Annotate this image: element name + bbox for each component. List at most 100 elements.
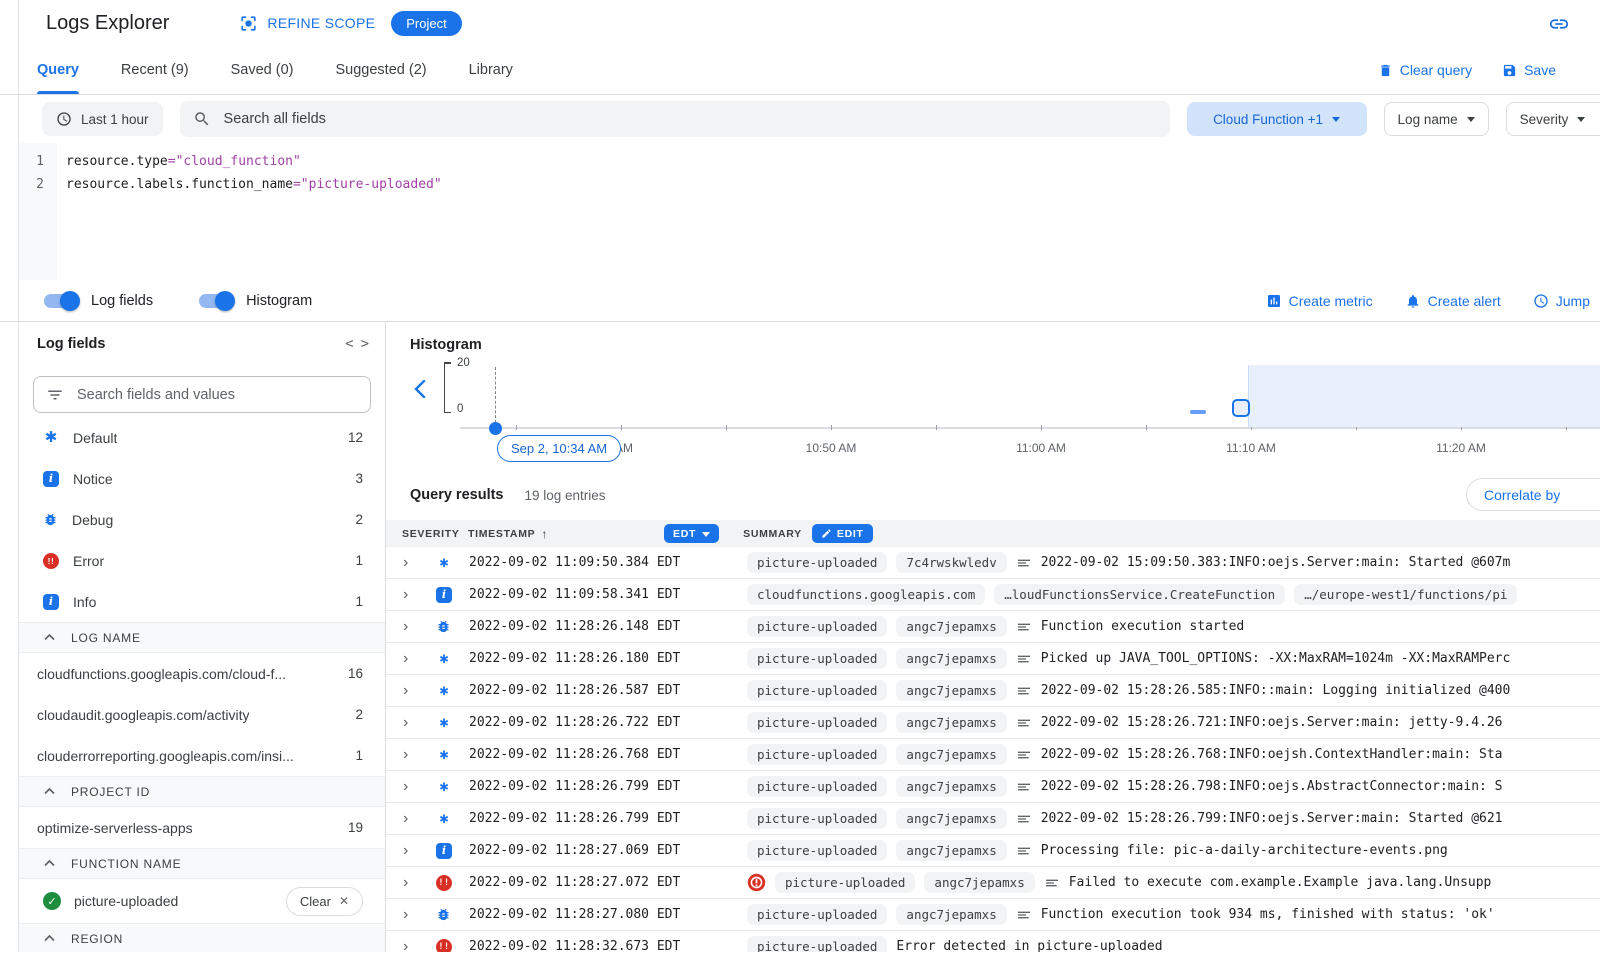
log-label-chip[interactable]: 7c4rwskwledv [896, 552, 1006, 573]
tab-suggested-2[interactable]: Suggested (2) [336, 46, 427, 94]
log-label-chip[interactable]: picture-uploaded [747, 904, 887, 925]
log-label-chip[interactable]: picture-uploaded [747, 840, 887, 861]
tab-library[interactable]: Library [469, 46, 513, 94]
log-fields-toggle[interactable] [44, 294, 77, 308]
log-label-chip[interactable]: angc7jepamxs [896, 840, 1006, 861]
log-label-chip[interactable]: picture-uploaded [747, 776, 887, 797]
log-label-chip[interactable]: angc7jepamxs [896, 744, 1006, 765]
time-marker-pill[interactable]: Sep 2, 10:34 AM [497, 435, 621, 462]
log-label-chip[interactable]: picture-uploaded [747, 744, 887, 765]
section-header-log-name[interactable]: LOG NAME [19, 622, 385, 653]
correlate-by-button[interactable]: Correlate by [1466, 478, 1600, 511]
log-name-filter[interactable]: Log name [1384, 102, 1489, 136]
collapse-panel-icon[interactable]: <> [345, 336, 369, 352]
expand-row-chevron[interactable]: › [403, 843, 420, 859]
section-header-region[interactable]: REGION [19, 923, 385, 954]
log-label-chip[interactable]: picture-uploaded [747, 648, 887, 669]
log-label-chip[interactable]: angc7jepamxs [896, 648, 1006, 669]
log-label-chip[interactable]: picture-uploaded [747, 680, 887, 701]
log-label-chip[interactable]: picture-uploaded [775, 872, 915, 893]
column-summary[interactable]: SUMMARY [743, 528, 802, 540]
log-field-severity-default[interactable]: ✱Default12 [0, 417, 385, 458]
log-entry-row[interactable]: ›2022-09-02 11:28:27.080 EDTpicture-uplo… [386, 899, 1600, 931]
column-severity[interactable]: SEVERITY [402, 528, 468, 540]
scope-project-badge[interactable]: Project [391, 11, 461, 36]
log-entry-row[interactable]: ›✱2022-09-02 11:28:26.180 EDTpicture-upl… [386, 643, 1600, 675]
histogram-toggle[interactable] [199, 294, 232, 308]
log-label-chip[interactable]: picture-uploaded [747, 616, 887, 637]
log-field-item[interactable]: cloudaudit.googleapis.com/activity2 [0, 694, 385, 735]
log-label-chip[interactable]: angc7jepamxs [896, 680, 1006, 701]
log-entry-row[interactable]: ›✱2022-09-02 11:09:50.384 EDTpicture-upl… [386, 547, 1600, 579]
expand-row-chevron[interactable]: › [403, 811, 420, 827]
log-field-item[interactable]: cloudfunctions.googleapis.com/cloud-f...… [0, 653, 385, 694]
resource-type-filter[interactable]: Cloud Function +1 [1187, 102, 1367, 136]
search-all-fields[interactable] [180, 101, 1170, 137]
expand-row-chevron[interactable]: › [403, 715, 420, 731]
log-label-chip[interactable]: angc7jepamxs [896, 808, 1006, 829]
log-entry-row[interactable]: ›✱2022-09-02 11:28:26.799 EDTpicture-upl… [386, 771, 1600, 803]
tab-query[interactable]: Query [37, 46, 79, 94]
log-label-chip[interactable]: angc7jepamxs [896, 616, 1006, 637]
log-label-chip[interactable]: angc7jepamxs [896, 904, 1006, 925]
log-field-severity-error[interactable]: !!Error1 [0, 540, 385, 581]
log-field-severity-info[interactable]: iInfo1 [0, 581, 385, 622]
log-label-chip[interactable]: …/europe-west1/functions/pi [1294, 584, 1517, 605]
log-label-chip[interactable]: cloudfunctions.googleapis.com [747, 584, 985, 605]
log-entry-row[interactable]: ›✱2022-09-02 11:28:26.587 EDTpicture-upl… [386, 675, 1600, 707]
query-line[interactable]: resource.type="cloud_function" [66, 150, 442, 173]
expand-row-chevron[interactable]: › [403, 619, 420, 635]
brush-handle[interactable] [1232, 399, 1250, 417]
log-label-chip[interactable]: picture-uploaded [747, 712, 887, 733]
expand-row-chevron[interactable]: › [403, 747, 420, 763]
log-field-item[interactable]: optimize-serverless-apps19 [0, 807, 385, 848]
save-button[interactable]: Save [1502, 62, 1556, 78]
tab-saved-0[interactable]: Saved (0) [231, 46, 294, 94]
log-entry-row[interactable]: ›i2022-09-02 11:28:27.069 EDTpicture-upl… [386, 835, 1600, 867]
fields-search-box[interactable] [33, 376, 371, 413]
expand-row-chevron[interactable]: › [403, 907, 420, 923]
clear-filter-button[interactable]: Clear✕ [286, 887, 363, 916]
section-header-function-name[interactable]: FUNCTION NAME [19, 848, 385, 879]
time-range-filter[interactable]: Last 1 hour [42, 102, 163, 136]
expand-row-chevron[interactable]: › [403, 779, 420, 795]
share-link-icon[interactable] [1548, 13, 1570, 38]
expand-row-chevron[interactable]: › [403, 875, 420, 891]
search-input[interactable] [222, 110, 1157, 128]
severity-filter[interactable]: Severity [1506, 102, 1600, 136]
fields-search-input[interactable] [75, 386, 358, 404]
log-entry-row[interactable]: ›✱2022-09-02 11:28:26.768 EDTpicture-upl… [386, 739, 1600, 771]
timezone-selector[interactable]: EDT [664, 524, 719, 543]
sort-ascending-icon[interactable]: ↑ [541, 527, 548, 541]
expand-row-chevron[interactable]: › [403, 651, 420, 667]
expand-row-chevron[interactable]: › [403, 683, 420, 699]
create-metric-button[interactable]: Create metric [1266, 293, 1373, 309]
log-label-chip[interactable]: …loudFunctionsService.CreateFunction [994, 584, 1285, 605]
log-field-item[interactable]: clouderrorreporting.googleapis.com/insi.… [0, 735, 385, 776]
log-entry-row[interactable]: ›✱2022-09-02 11:28:26.722 EDTpicture-upl… [386, 707, 1600, 739]
log-field-severity-notice[interactable]: iNotice3 [0, 458, 385, 499]
tab-recent-9[interactable]: Recent (9) [121, 46, 189, 94]
log-label-chip[interactable]: angc7jepamxs [896, 776, 1006, 797]
column-timestamp[interactable]: TIMESTAMP ↑ [468, 527, 664, 541]
query-editor[interactable]: 12 resource.type="cloud_function"resourc… [0, 143, 1600, 280]
expand-row-chevron[interactable]: › [403, 555, 420, 571]
log-entry-row[interactable]: ›i2022-09-02 11:09:58.341 EDTcloudfuncti… [386, 579, 1600, 611]
jump-to-now-button[interactable]: Jump [1533, 293, 1590, 309]
log-label-chip[interactable]: angc7jepamxs [896, 712, 1006, 733]
log-field-severity-debug[interactable]: Debug2 [0, 499, 385, 540]
clear-query-button[interactable]: Clear query [1378, 62, 1472, 78]
refine-scope-button[interactable]: REFINE SCOPE [239, 14, 375, 33]
log-entry-row[interactable]: ›!!2022-09-02 11:28:27.072 EDTpicture-up… [386, 867, 1600, 899]
log-label-chip[interactable]: picture-uploaded [747, 808, 887, 829]
log-label-chip[interactable]: angc7jepamxs [924, 872, 1034, 893]
log-label-chip[interactable]: picture-uploaded [747, 552, 887, 573]
log-field-item[interactable]: ✓picture-uploadedClear✕ [0, 879, 385, 923]
edit-summary-button[interactable]: EDIT [812, 524, 873, 543]
expand-row-chevron[interactable]: › [403, 587, 420, 603]
query-line[interactable]: resource.labels.function_name="picture-u… [66, 173, 442, 196]
section-header-project-id[interactable]: PROJECT ID [19, 776, 385, 807]
pan-left-icon[interactable] [414, 380, 426, 401]
log-entry-row[interactable]: ›2022-09-02 11:28:26.148 EDTpicture-uplo… [386, 611, 1600, 643]
log-entry-row[interactable]: ›✱2022-09-02 11:28:26.799 EDTpicture-upl… [386, 803, 1600, 835]
